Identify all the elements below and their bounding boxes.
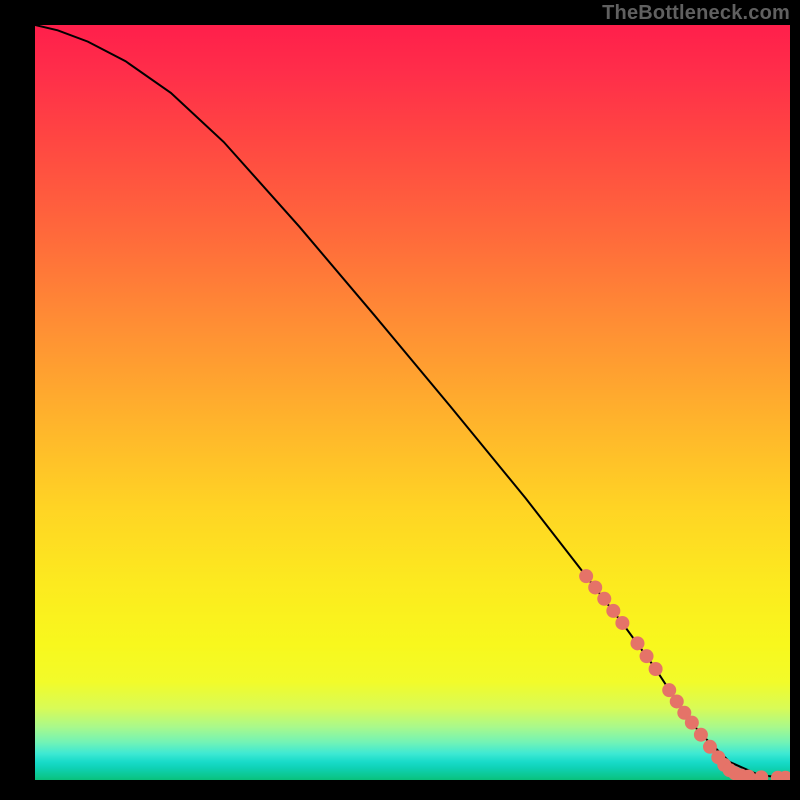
data-point bbox=[597, 592, 611, 606]
plot-area bbox=[35, 25, 790, 780]
data-point bbox=[606, 604, 620, 618]
data-point bbox=[649, 662, 663, 676]
data-point bbox=[640, 649, 654, 663]
data-point bbox=[754, 770, 768, 780]
data-point bbox=[694, 728, 708, 742]
chart-svg bbox=[35, 25, 790, 780]
chart-stage: TheBottleneck.com bbox=[0, 0, 800, 800]
main-curve bbox=[35, 25, 790, 778]
data-point bbox=[685, 716, 699, 730]
watermark-label: TheBottleneck.com bbox=[602, 2, 790, 25]
marker-layer bbox=[579, 569, 790, 780]
data-point bbox=[630, 636, 644, 650]
data-point bbox=[615, 616, 629, 630]
data-point bbox=[579, 569, 593, 583]
data-point bbox=[588, 580, 602, 594]
